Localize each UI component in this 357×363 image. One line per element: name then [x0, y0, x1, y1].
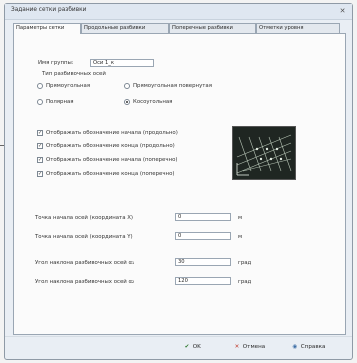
tab-label: Отметки уровня — [259, 25, 304, 31]
ok-button-label: OK — [192, 344, 201, 350]
tab-label: Продольные разбивки — [84, 25, 146, 31]
radio-rectangular-rotated-label: Прямоугольная повернутая — [133, 83, 212, 89]
checkbox-start-longitudinal-label: Отображать обозначение начала (продольно… — [46, 130, 178, 136]
oblique-grid-preview — [236, 134, 292, 176]
checkbox-end-longitudinal-label: Отображать обозначение конца (продольно) — [46, 143, 175, 149]
grid-params-panel: Имя группы: Оси 1_к Тип разбивочных осей… — [13, 33, 346, 335]
tab-transverse[interactable]: Поперечные разбивки — [169, 23, 256, 33]
radio-oblique-label: Косоугольная — [133, 99, 173, 105]
dialog-window: Задание сетки разбивки ✕ Параметры сетки… — [4, 3, 353, 360]
angle-2-label: Угол наклона разбивочных осей α₂ — [35, 279, 135, 285]
checkbox-start-transverse[interactable]: ✓ — [37, 157, 43, 163]
tab-grid-params[interactable]: Параметры сетки — [13, 23, 81, 34]
help-button[interactable]: ◉ Справка — [291, 342, 326, 353]
origin-y-label: Точка начала осей (координата Y) — [35, 234, 133, 240]
checkbox-start-longitudinal[interactable]: ✓ — [37, 130, 43, 136]
tab-levels[interactable]: Отметки уровня — [256, 23, 340, 33]
radio-rectangular-label: Прямоугольная — [46, 83, 91, 89]
help-button-label: Справка — [300, 344, 326, 350]
group-name-label: Имя группы: — [38, 60, 74, 66]
radio-oblique[interactable] — [124, 99, 130, 105]
radio-rectangular-rotated[interactable] — [124, 83, 130, 89]
check-icon: ✔ — [184, 344, 190, 350]
axes-type-label: Тип разбивочных осей — [42, 71, 106, 77]
close-button[interactable]: ✕ — [338, 7, 347, 15]
grid-preview-image — [232, 126, 296, 180]
tab-longitudinal[interactable]: Продольные разбивки — [81, 23, 169, 33]
radio-rectangular[interactable] — [37, 83, 43, 89]
angle-1-label: Угол наклона разбивочных осей α₁ — [35, 260, 135, 266]
group-name-input[interactable]: Оси 1_к — [90, 59, 154, 67]
radio-polar[interactable] — [37, 99, 43, 105]
close-icon: ✕ — [234, 344, 240, 350]
origin-y-unit: м — [238, 234, 243, 240]
radio-polar-label: Полярная — [46, 99, 74, 105]
dialog-title: Задание сетки разбивки — [11, 7, 87, 13]
origin-x-label: Точка начала осей (координата X) — [35, 215, 134, 221]
origin-x-unit: м — [238, 215, 243, 221]
checkbox-end-transverse-label: Отображать обозначение конца (поперечно) — [46, 171, 175, 177]
help-icon: ◉ — [292, 344, 298, 350]
origin-x-input[interactable]: 0 — [175, 213, 231, 221]
ok-button[interactable]: ✔ OK — [183, 342, 201, 353]
tab-label: Параметры сетки — [16, 25, 65, 31]
angle-2-unit: град — [238, 279, 252, 285]
tab-label: Поперечные разбивки — [172, 25, 233, 31]
checkbox-start-transverse-label: Отображать обозначение начала (поперечно… — [46, 157, 178, 163]
checkbox-end-longitudinal[interactable]: ✓ — [37, 143, 43, 149]
checkbox-end-transverse[interactable]: ✓ — [37, 171, 43, 177]
angle-1-unit: град — [238, 260, 252, 266]
origin-y-input[interactable]: 0 — [175, 232, 231, 240]
angle-2-input[interactable]: 120 — [175, 277, 231, 285]
cancel-button-label: Отмена — [242, 344, 266, 350]
angle-1-input[interactable]: 30 — [175, 258, 231, 266]
title-bar: Задание сетки разбивки ✕ — [5, 4, 352, 20]
cancel-button[interactable]: ✕ Отмена — [233, 342, 266, 353]
button-bar: ✔ OK ✕ Отмена ◉ Справка — [5, 336, 352, 359]
